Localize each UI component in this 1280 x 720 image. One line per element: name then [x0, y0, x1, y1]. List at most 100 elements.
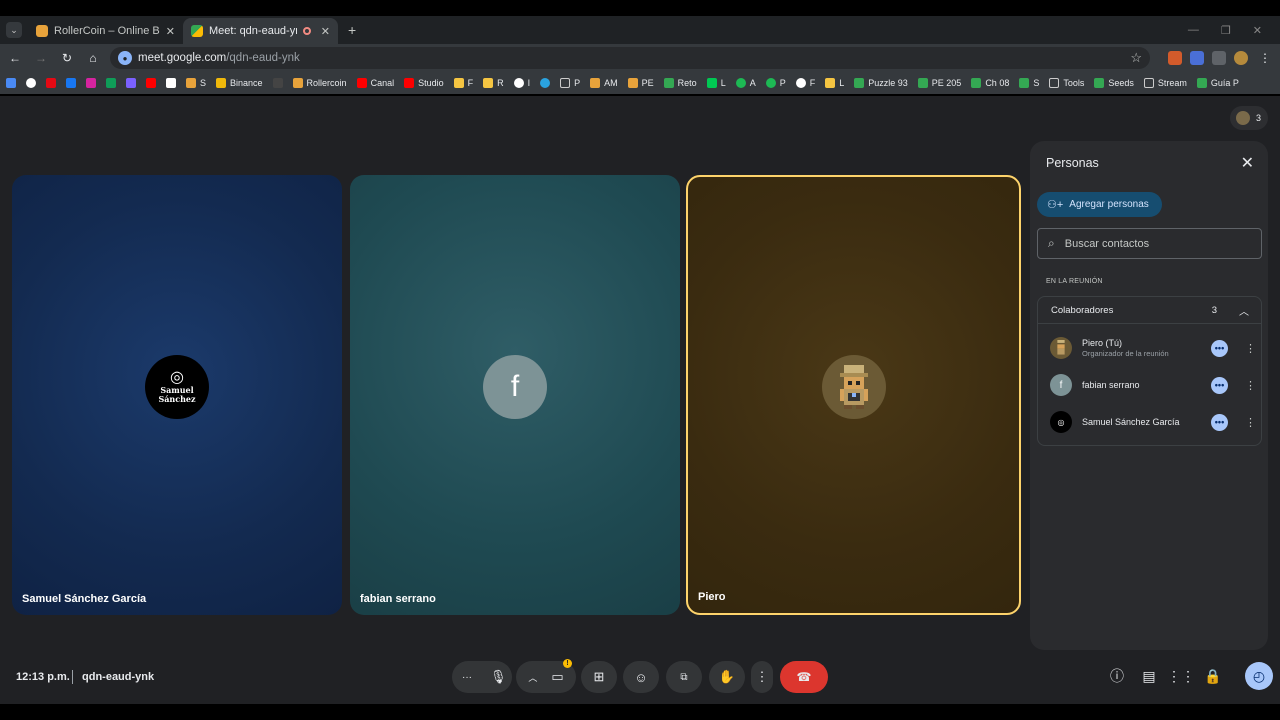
- audio-options-button[interactable]: ··· 🎙: [452, 661, 512, 693]
- camera-button[interactable]: ︿ ▭ !: [516, 659, 576, 693]
- group-header[interactable]: Colaboradores 3 ︿: [1038, 297, 1261, 324]
- bookmark-icon-only[interactable]: [166, 78, 176, 88]
- bookmark-icon-only[interactable]: [146, 78, 156, 88]
- bookmark-item[interactable]: I: [513, 78, 530, 88]
- close-icon[interactable]: ✕: [166, 25, 175, 38]
- leave-call-button[interactable]: ☎: [780, 661, 828, 693]
- bookmark-item[interactable]: P: [765, 78, 786, 88]
- bookmark-item[interactable]: L: [706, 78, 726, 88]
- microphone-icon[interactable]: ●: [118, 51, 132, 65]
- bookmark-item[interactable]: Canal: [356, 78, 394, 88]
- more-options-icon[interactable]: •••: [1211, 339, 1228, 357]
- kebab-menu-icon[interactable]: ⋮: [1245, 342, 1256, 355]
- kebab-menu-icon[interactable]: ⋮: [1245, 379, 1256, 392]
- tab-search-icon[interactable]: ⌄: [6, 22, 22, 38]
- bookmark-item[interactable]: L: [825, 78, 844, 88]
- kebab-menu-icon[interactable]: ⋮: [1245, 416, 1256, 429]
- avatar: ◎ Samuel Sánchez: [145, 355, 209, 419]
- add-people-button[interactable]: ⚇+ Agregar personas: [1037, 192, 1162, 217]
- bookmark-item[interactable]: S: [1019, 78, 1039, 88]
- bookmark-item[interactable]: R: [483, 78, 504, 88]
- bookmark-item[interactable]: AM: [590, 78, 618, 88]
- bookmark-item[interactable]: S: [186, 78, 206, 88]
- bookmark-folder[interactable]: Tools: [1049, 78, 1084, 88]
- bookmark-icon-only[interactable]: [272, 78, 283, 88]
- bookmark-item[interactable]: F: [795, 78, 815, 88]
- menu-icon[interactable]: ⋮: [1256, 49, 1274, 67]
- more-options-icon[interactable]: •••: [1211, 376, 1228, 394]
- bookmark-item[interactable]: Ch 08: [971, 78, 1009, 88]
- chevron-up-icon[interactable]: ︿: [1239, 303, 1249, 318]
- tile-name: Samuel Sánchez García: [22, 593, 147, 605]
- present-screen-button[interactable]: ⊞: [581, 661, 617, 693]
- avatar-initial: f: [510, 370, 520, 403]
- window-close-icon[interactable]: ✕: [1253, 24, 1262, 37]
- participant-row[interactable]: f fabian serrano ••• ⋮: [1050, 370, 1258, 400]
- chat-icon[interactable]: ▤: [1138, 665, 1160, 687]
- forward-icon[interactable]: →: [32, 49, 50, 67]
- reload-icon[interactable]: ↻: [58, 49, 76, 67]
- bookmark-icon-only[interactable]: [540, 78, 551, 88]
- raise-hand-button[interactable]: ✋: [709, 661, 745, 693]
- bookmark-item[interactable]: Seeds: [1094, 78, 1134, 88]
- bookmark-star-icon[interactable]: ☆: [1130, 50, 1142, 66]
- restore-icon[interactable]: ❐: [1221, 24, 1231, 37]
- participant-row[interactable]: ◎ Samuel Sánchez García ••• ⋮: [1050, 407, 1258, 437]
- extensions-puzzle-icon[interactable]: [1212, 51, 1226, 65]
- profile-avatar[interactable]: [1234, 51, 1248, 65]
- new-tab-icon[interactable]: +: [348, 22, 356, 38]
- bookmark-item[interactable]: A: [735, 78, 756, 88]
- pixel-explorer-icon: [839, 365, 868, 409]
- extension-shield-icon[interactable]: [1190, 51, 1204, 65]
- bookmark-item[interactable]: Rollercoin: [292, 78, 347, 88]
- more-options-button[interactable]: ⋮: [751, 661, 773, 693]
- kebab-menu-icon: ⋮: [755, 669, 769, 684]
- collaborators-group: Colaboradores 3 ︿ Piero (Tú) Organizador…: [1037, 296, 1262, 446]
- home-icon[interactable]: ⌂: [84, 49, 102, 67]
- bookmark-icon-only[interactable]: [66, 78, 76, 88]
- close-icon[interactable]: ✕: [321, 25, 330, 38]
- bookmark-icon-only[interactable]: [126, 78, 136, 88]
- bookmark-icon-only[interactable]: [6, 78, 16, 88]
- avatar-initial: f: [1059, 379, 1063, 391]
- bookmark-item[interactable]: Reto: [663, 78, 697, 88]
- tab-title: Meet: qdn-eaud-ynk: [209, 25, 297, 37]
- tab-title: RollerCoin – Online Bitcoin Mini: [54, 25, 160, 37]
- bookmark-icon-only[interactable]: [26, 78, 36, 88]
- tab-rollercoin[interactable]: RollerCoin – Online Bitcoin Mini ✕: [28, 18, 183, 44]
- bookmark-icon-only[interactable]: [86, 78, 96, 88]
- back-icon[interactable]: ←: [6, 49, 24, 67]
- search-contacts-input[interactable]: ⌕ Buscar contactos: [1037, 228, 1262, 259]
- captions-button[interactable]: ⧉: [666, 661, 702, 693]
- extension-fox-icon[interactable]: [1168, 51, 1182, 65]
- bookmark-item[interactable]: F: [453, 78, 473, 88]
- bookmark-folder[interactable]: P: [560, 78, 580, 88]
- bookmark-item[interactable]: PE: [627, 78, 654, 88]
- divider: [72, 670, 73, 684]
- address-bar[interactable]: ● meet.google.com/qdn-eaud-ynk ☆: [110, 47, 1150, 69]
- bookmarks-bar: S Binance Rollercoin Canal Studio F R I …: [0, 72, 1280, 94]
- participant-count-badge[interactable]: 3: [1230, 106, 1268, 130]
- more-options-icon[interactable]: •••: [1211, 413, 1228, 431]
- activities-grid-icon[interactable]: ⋮⋮: [1167, 665, 1195, 687]
- tab-meet[interactable]: Meet: qdn-eaud-ynk ✕: [183, 18, 338, 44]
- people-icon[interactable]: ◴: [1245, 662, 1273, 690]
- reactions-button[interactable]: ☺: [623, 661, 659, 693]
- participant-row[interactable]: Piero (Tú) Organizador de la reunión •••…: [1050, 333, 1258, 363]
- bookmark-item[interactable]: Binance: [216, 78, 263, 88]
- bookmark-item[interactable]: Puzzle 93: [854, 78, 908, 88]
- info-icon[interactable]: ⓘ: [1106, 665, 1128, 687]
- video-tile-piero[interactable]: Piero: [686, 175, 1021, 615]
- close-icon[interactable]: ✕: [1241, 153, 1254, 173]
- bookmark-item[interactable]: Guía P: [1196, 78, 1239, 88]
- bookmark-item[interactable]: PE 205: [917, 78, 961, 88]
- bookmark-folder[interactable]: Stream: [1143, 78, 1187, 88]
- video-tile-samuel[interactable]: ◎ Samuel Sánchez Samuel Sánchez García: [12, 175, 342, 615]
- bookmark-item[interactable]: Studio: [404, 78, 444, 88]
- tab-strip: ⌄ RollerCoin – Online Bitcoin Mini ✕ Mee…: [0, 16, 1280, 44]
- minimize-icon[interactable]: —: [1188, 24, 1199, 36]
- host-controls-lock-icon[interactable]: 🔒: [1202, 665, 1224, 687]
- bookmark-icon-only[interactable]: [46, 78, 56, 88]
- bookmark-icon-only[interactable]: [106, 78, 116, 88]
- video-tile-fabian[interactable]: f fabian serrano: [350, 175, 680, 615]
